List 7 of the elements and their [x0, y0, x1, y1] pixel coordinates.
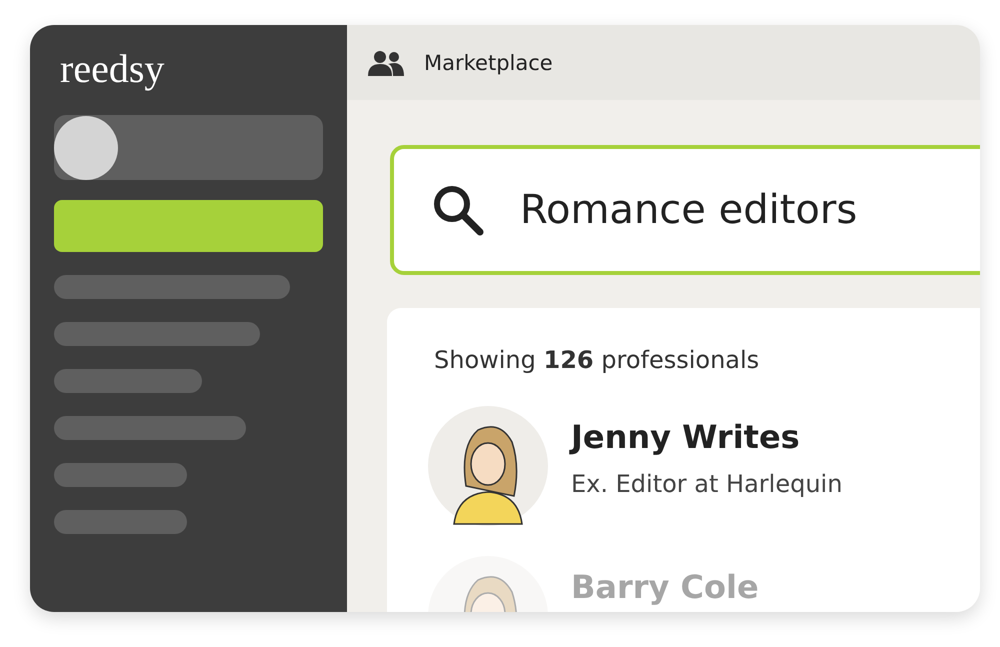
search-field[interactable]: Romance editors: [390, 145, 980, 275]
results-summary: Showing 126 professionals: [434, 346, 760, 374]
people-icon: [368, 50, 404, 76]
header-title: Marketplace: [424, 50, 553, 74]
professional-title: Ex. Editor at Harlequin: [571, 470, 842, 498]
logo: reedsy: [60, 47, 166, 91]
professional-name[interactable]: Jenny Writes: [571, 418, 842, 456]
